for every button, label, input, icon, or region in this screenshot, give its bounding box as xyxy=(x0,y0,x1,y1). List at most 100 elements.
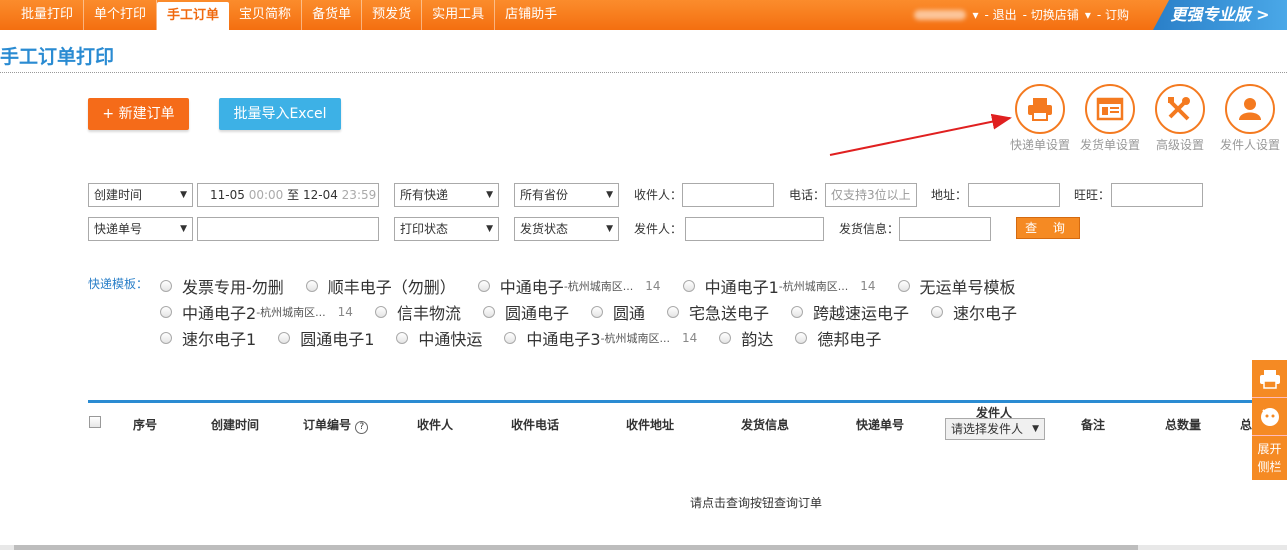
query-button[interactable]: 查 询 xyxy=(1016,217,1080,239)
template-option[interactable]: 跨越速运电子 xyxy=(791,300,909,324)
template-option[interactable]: 德邦电子 xyxy=(795,326,881,350)
template-option[interactable]: 宅急送电子 xyxy=(666,300,769,324)
scrollbar-thumb[interactable] xyxy=(14,545,1138,550)
tool-label: 高级设置 xyxy=(1155,138,1204,152)
date-type-select[interactable]: 创建时间 ▼ xyxy=(88,183,193,207)
radio-button[interactable] xyxy=(666,306,679,318)
expand-sidebar-button[interactable]: 展开 侧栏 xyxy=(1252,436,1287,480)
chevron-down-icon[interactable]: ▾ xyxy=(972,0,978,30)
subscribe-link[interactable]: - 订购 xyxy=(1097,0,1129,30)
radio-button[interactable] xyxy=(482,306,495,318)
address-input[interactable] xyxy=(968,183,1060,207)
template-name: 中通电子 xyxy=(499,278,564,297)
express-select[interactable]: 所有快递 ▼ xyxy=(394,183,499,207)
col-ship-info: 发货信息 xyxy=(741,418,790,432)
pro-version-banner[interactable]: 更强专业版 > xyxy=(1153,0,1287,30)
template-option[interactable]: 中通电子2 -杭州城南区... 14 xyxy=(160,300,353,324)
nav-shop-assistant[interactable]: 店铺助手 xyxy=(495,0,567,30)
receiver-input[interactable] xyxy=(682,183,774,207)
advanced-settings-button[interactable]: 高级设置 xyxy=(1145,84,1215,153)
radio-button[interactable] xyxy=(477,280,490,292)
col-tracking-no: 快递单号 xyxy=(856,418,905,432)
sidebar-label: 侧栏 xyxy=(1257,460,1282,474)
template-option[interactable]: 顺丰电子（勿删） xyxy=(305,274,456,298)
annotation-arrow xyxy=(829,113,1012,156)
username-blurred[interactable] xyxy=(914,10,967,20)
sender-settings-button[interactable]: 发件人设置 xyxy=(1215,84,1285,153)
date-range-input[interactable]: 11-05 00:00 至 12-04 23:59 xyxy=(197,183,379,207)
radio-button[interactable] xyxy=(160,280,172,292)
new-order-button[interactable]: + 新建订单 xyxy=(88,98,189,130)
date-to: 12-04 xyxy=(302,188,338,202)
radio-button[interactable] xyxy=(590,306,603,318)
radio-button[interactable] xyxy=(278,332,291,344)
radio-button[interactable] xyxy=(897,280,910,292)
tracking-number-input[interactable] xyxy=(197,217,379,241)
template-name: 顺丰电子（勿删） xyxy=(327,278,456,297)
sender-select[interactable]: 请选择发件人 ▼ xyxy=(945,418,1045,440)
radio-button[interactable] xyxy=(374,306,387,318)
template-option[interactable]: 无运单号模板 xyxy=(897,274,1016,298)
radio-button[interactable] xyxy=(160,306,172,318)
radio-button[interactable] xyxy=(396,332,409,344)
side-chat-button[interactable] xyxy=(1252,398,1287,436)
radio-button[interactable] xyxy=(160,332,172,344)
template-name: 中通快运 xyxy=(418,330,483,349)
template-name: 速尔电子1 xyxy=(182,330,257,349)
tool-label: 发货单设置 xyxy=(1079,138,1140,152)
help-icon[interactable]: ? xyxy=(355,421,369,434)
import-excel-button[interactable]: 批量导入Excel xyxy=(219,98,341,130)
sender-input[interactable] xyxy=(685,217,824,241)
radio-button[interactable] xyxy=(795,332,808,344)
wangwang-input[interactable] xyxy=(1111,183,1203,207)
template-option[interactable]: 中通电子3 -杭州城南区... 14 xyxy=(504,326,697,350)
print-status-select[interactable]: 打印状态 ▼ xyxy=(394,217,499,241)
logout-link[interactable]: - 退出 xyxy=(985,0,1017,30)
number-type-select[interactable]: 快递单号 ▼ xyxy=(88,217,193,241)
switch-shop-link[interactable]: - 切换店铺 xyxy=(1023,0,1079,30)
template-option[interactable]: 速尔电子 xyxy=(931,300,1017,324)
horizontal-scrollbar[interactable] xyxy=(0,545,1287,550)
phone-input[interactable]: 仅支持3位以上 xyxy=(825,183,917,207)
province-select[interactable]: 所有省份 ▼ xyxy=(514,183,619,207)
template-option[interactable]: 韵达 xyxy=(719,326,773,350)
template-option[interactable]: 信丰物流 xyxy=(374,300,461,324)
radio-button[interactable] xyxy=(305,280,318,292)
template-option[interactable]: 发票专用-勿删 xyxy=(160,274,284,298)
template-option[interactable]: 圆通电子1 xyxy=(278,326,374,350)
radio-button[interactable] xyxy=(931,306,944,318)
template-count: 14 xyxy=(682,331,698,345)
template-option[interactable]: 速尔电子1 xyxy=(160,326,256,350)
invoice-settings-button[interactable]: 发货单设置 xyxy=(1075,84,1145,153)
col-truncated: 总 xyxy=(1240,418,1253,432)
tool-label: 发件人设置 xyxy=(1219,138,1280,152)
template-branch: -杭州城南区... xyxy=(563,280,634,293)
ship-info-label: 发货信息： xyxy=(839,222,900,236)
radio-button[interactable] xyxy=(682,280,695,292)
nav-manual-order[interactable]: 手工订单 xyxy=(157,2,230,30)
nav-batch-print[interactable]: 批量打印 xyxy=(11,0,85,30)
template-option[interactable]: 中通电子 -杭州城南区... 14 xyxy=(477,274,661,298)
nav-pre-ship[interactable]: 预发货 xyxy=(362,0,423,30)
side-print-button[interactable] xyxy=(1252,360,1287,398)
nav-item-short-name[interactable]: 宝贝简称 xyxy=(229,0,303,30)
template-count: 14 xyxy=(337,305,353,319)
template-option[interactable]: 中通电子1 -杭州城南区... 14 xyxy=(682,274,876,298)
ship-status-select[interactable]: 发货状态 ▼ xyxy=(514,217,619,241)
template-option[interactable]: 圆通 xyxy=(590,300,645,324)
template-name: 圆通 xyxy=(612,304,645,323)
nav-tools[interactable]: 实用工具 xyxy=(422,0,496,30)
col-seq: 序号 xyxy=(133,418,158,432)
tools-icon xyxy=(1155,84,1205,134)
caret-down-icon: ▼ xyxy=(180,224,187,234)
template-option[interactable]: 中通快运 xyxy=(396,326,482,350)
select-all-checkbox[interactable] xyxy=(89,416,101,428)
radio-button[interactable] xyxy=(504,332,517,344)
radio-button[interactable] xyxy=(791,306,803,318)
radio-button[interactable] xyxy=(719,332,732,344)
ship-info-input[interactable] xyxy=(899,217,991,241)
template-option[interactable]: 圆通电子 xyxy=(482,300,569,324)
chevron-down-icon[interactable]: ▾ xyxy=(1085,0,1091,30)
nav-single-print[interactable]: 单个打印 xyxy=(84,0,158,30)
nav-stock-list[interactable]: 备货单 xyxy=(302,0,363,30)
